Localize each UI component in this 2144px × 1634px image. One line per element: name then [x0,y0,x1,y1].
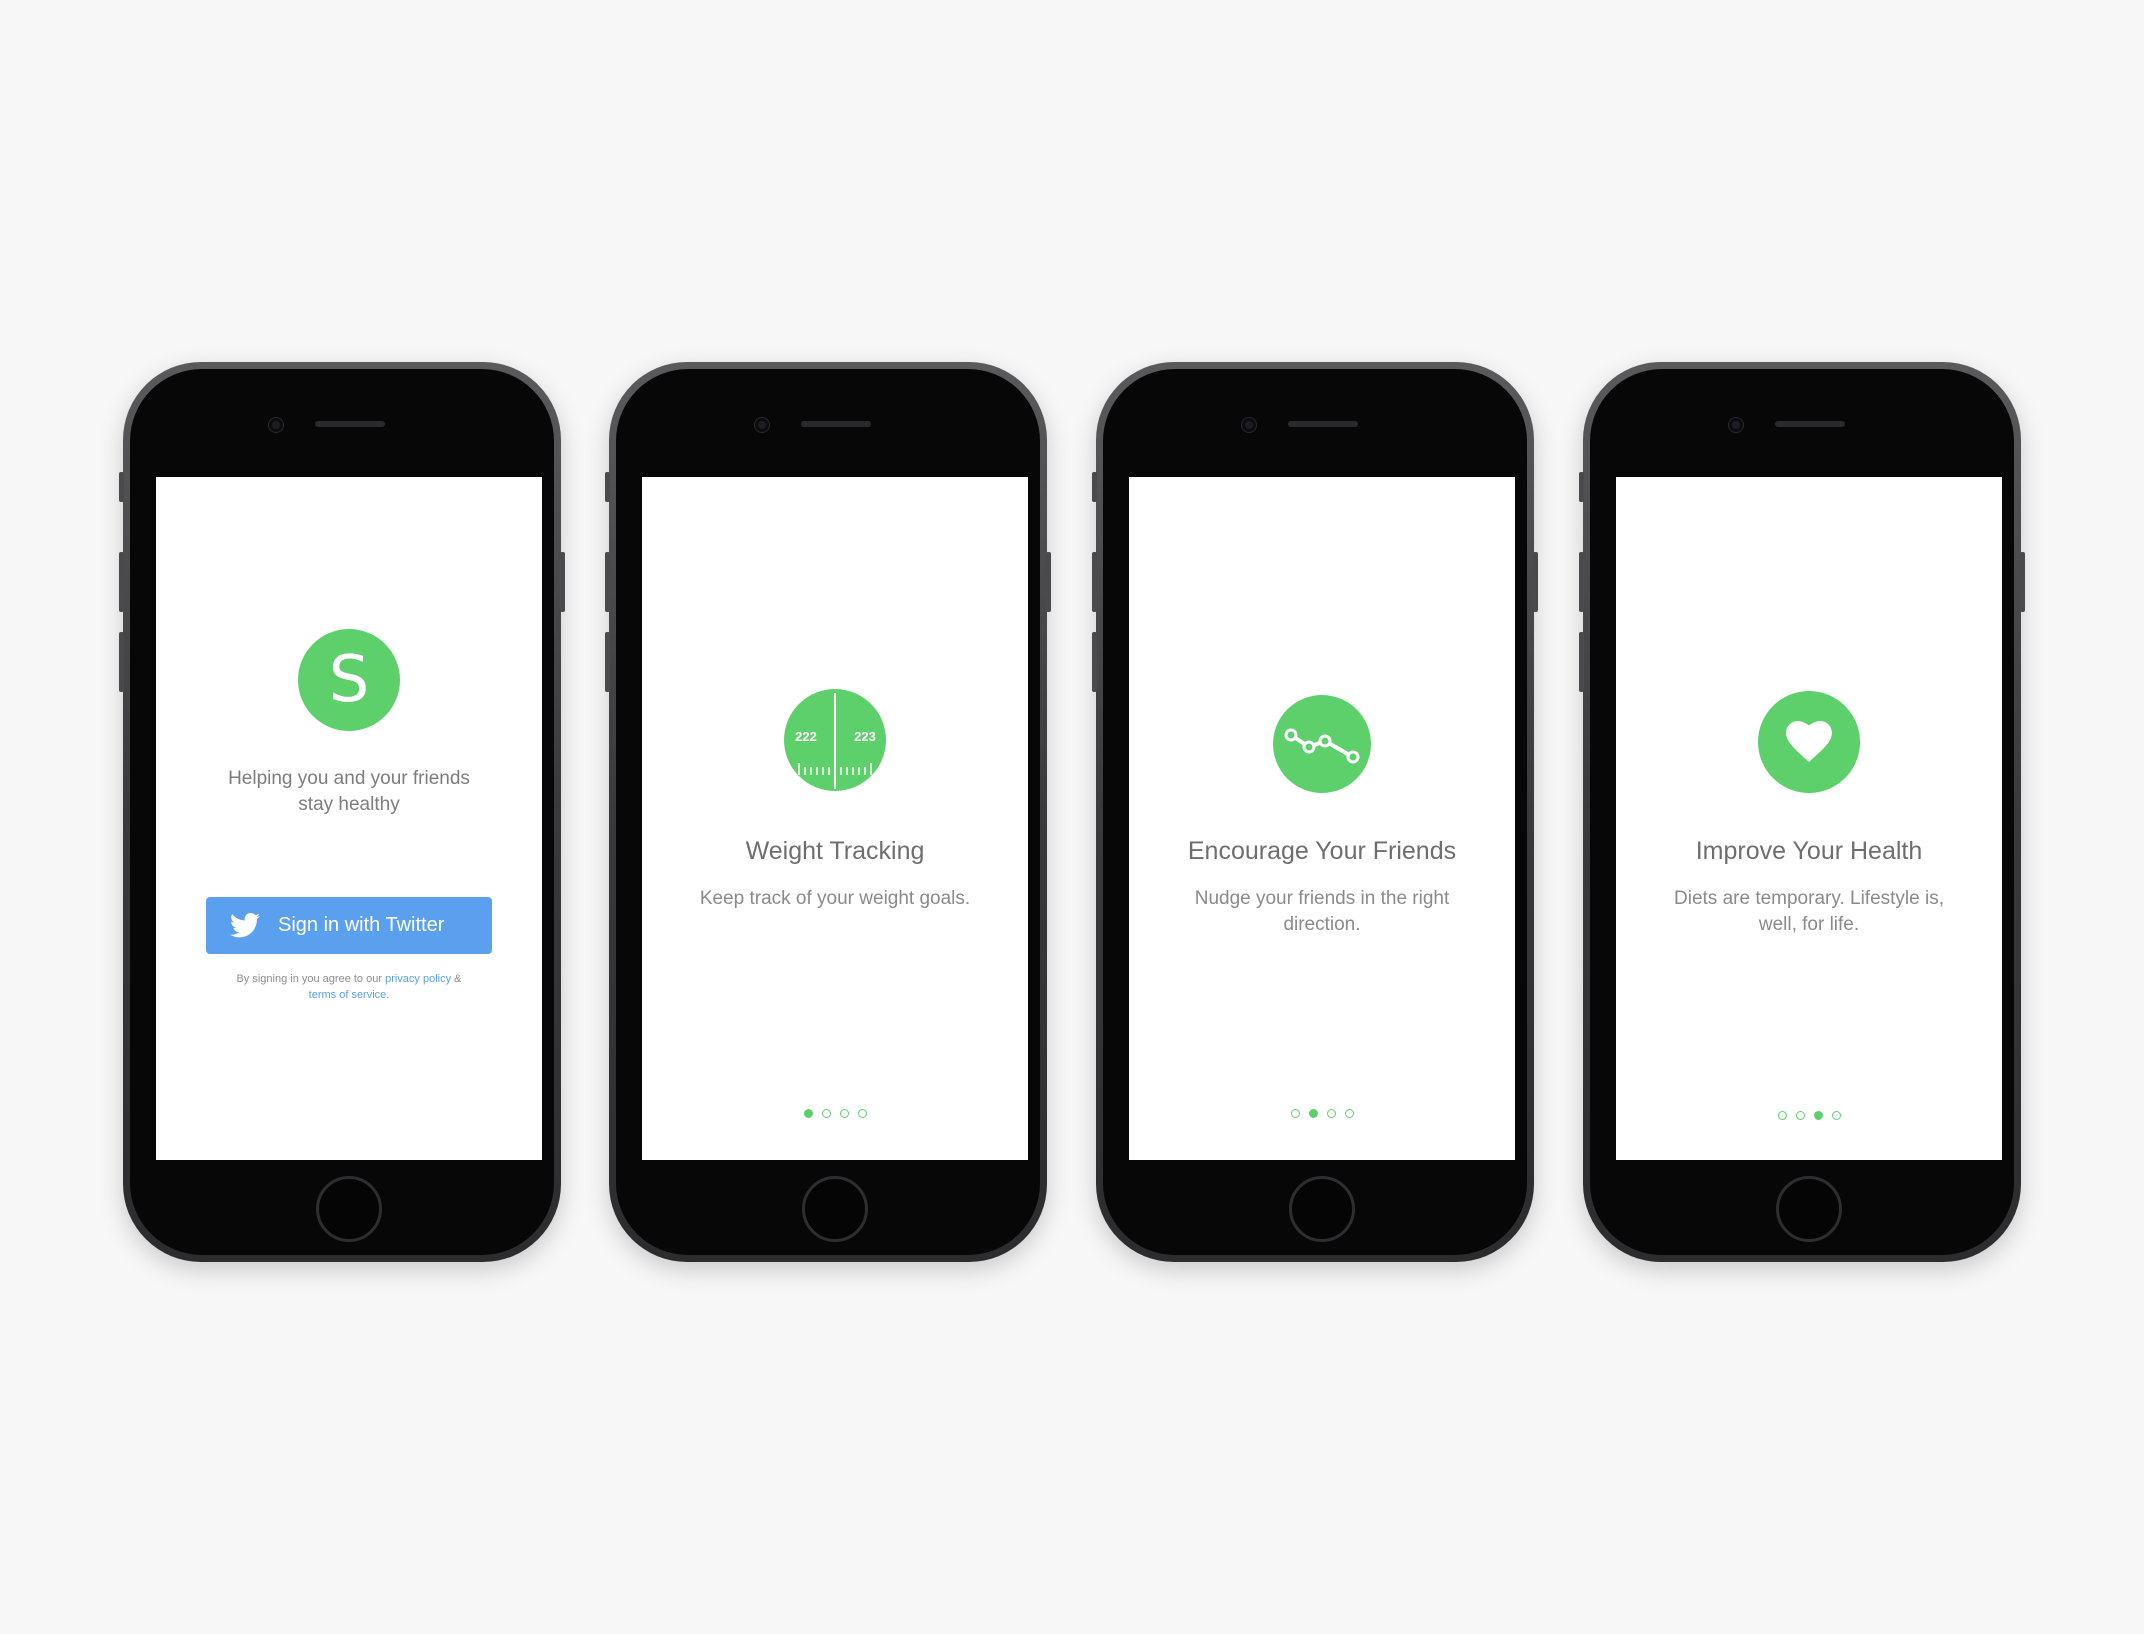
page-dot-4[interactable] [1344,1109,1354,1118]
legal-line-2: terms of service. [196,987,502,1003]
encourage-friends-screen: Encourage Your Friends Nudge your friend… [1129,477,1515,1160]
phone-encourage-friends: Encourage Your Friends Nudge your friend… [1092,362,1538,1262]
tagline-line-1: Helping you and your friends [228,768,470,789]
earpiece-speaker [801,421,871,427]
legal-notice: By signing in you agree to our privacy p… [196,971,502,1003]
weight-scale-icon: 222 223 [784,689,886,791]
page-indicator[interactable] [1616,1111,2002,1120]
volume-up-button [1579,552,1584,612]
page-dot-2[interactable] [1795,1111,1805,1120]
page-dot-3[interactable] [839,1109,849,1118]
app-logo: S [298,629,400,731]
earpiece-speaker [1775,421,1845,427]
page-description: Diets are temporary. Lifestyle is, well,… [1674,888,1944,935]
scale-left-value: 222 [795,729,817,744]
volume-up-button [1092,552,1097,612]
home-button[interactable] [1776,1176,1842,1242]
heart-icon [1758,691,1860,793]
page-dot-4[interactable] [1831,1111,1841,1120]
page-dot-1[interactable] [1290,1109,1300,1118]
page-title: Encourage Your Friends [1187,837,1457,865]
page-dot-3[interactable] [1326,1109,1336,1118]
earpiece-speaker [1288,421,1358,427]
mute-switch [1092,472,1097,502]
scale-right-value: 223 [854,729,876,744]
phone-face: Encourage Your Friends Nudge your friend… [1103,369,1527,1255]
mute-switch [605,472,610,502]
phone-face: Improve Your Health Diets are temporary.… [1590,369,2014,1255]
page-description: Keep track of your weight goals. [699,888,971,909]
home-button[interactable] [802,1176,868,1242]
page-dot-2[interactable] [1308,1109,1318,1118]
page-description: Nudge your friends in the right directio… [1194,888,1450,935]
app-logo-letter: S [328,643,370,717]
phone-weight-tracking: 222 223 Weight Tracking Keep track of yo… [605,362,1051,1262]
home-button[interactable] [1289,1176,1355,1242]
power-button [2020,552,2025,612]
page-dot-3[interactable] [1813,1111,1823,1120]
tagline-line-2: stay healthy [298,794,400,815]
legal-ampersand: & [454,973,462,985]
signin-screen: S Helping you and your friends stay heal… [156,477,542,1160]
trend-line-graphic [1284,728,1360,764]
tagline: Helping you and your friends stay health… [156,766,542,818]
phone-face: 222 223 Weight Tracking Keep track of yo… [616,369,1040,1255]
page-dot-4[interactable] [857,1109,867,1118]
front-camera [1729,418,1743,432]
volume-down-button [1092,632,1097,692]
weight-scale-graphic: 222 223 [795,693,876,789]
front-camera [755,418,769,432]
phone-improve-health: Improve Your Health Diets are temporary.… [1579,362,2025,1262]
sign-in-with-twitter-button[interactable]: Sign in with Twitter [206,897,492,954]
page-indicator[interactable] [1129,1109,1515,1118]
twitter-bird-icon [230,913,260,938]
volume-down-button [119,632,124,692]
mute-switch [1579,472,1584,502]
trend-line-icon [1273,695,1371,793]
legal-prefix: By signing in you agree to our [236,973,383,985]
front-camera [269,418,283,432]
legal-line-1: By signing in you agree to our privacy p… [196,971,502,987]
phone-face: S Helping you and your friends stay heal… [130,369,554,1255]
mute-switch [119,472,124,502]
page-dot-1[interactable] [803,1109,813,1118]
page-dot-1[interactable] [1777,1111,1787,1120]
earpiece-speaker [315,421,385,427]
page-title: Weight Tracking [745,837,925,865]
improve-health-screen: Improve Your Health Diets are temporary.… [1616,477,2002,1160]
weight-tracking-screen: 222 223 Weight Tracking Keep track of yo… [642,477,1028,1160]
terms-of-service-link[interactable]: terms of service. [309,989,390,1001]
power-button [1046,552,1051,612]
heart-graphic [1786,721,1832,763]
volume-up-button [119,552,124,612]
sign-in-label: Sign in with Twitter [278,914,445,936]
volume-up-button [605,552,610,612]
phone-signin: S Helping you and your friends stay heal… [119,362,565,1262]
power-button [560,552,565,612]
page-title: Improve Your Health [1695,837,1923,865]
page-dot-2[interactable] [821,1109,831,1118]
front-camera [1242,418,1256,432]
page-indicator[interactable] [642,1109,1028,1118]
volume-down-button [1579,632,1584,692]
home-button[interactable] [316,1176,382,1242]
volume-down-button [605,632,610,692]
privacy-policy-link[interactable]: privacy policy [385,973,451,985]
power-button [1533,552,1538,612]
